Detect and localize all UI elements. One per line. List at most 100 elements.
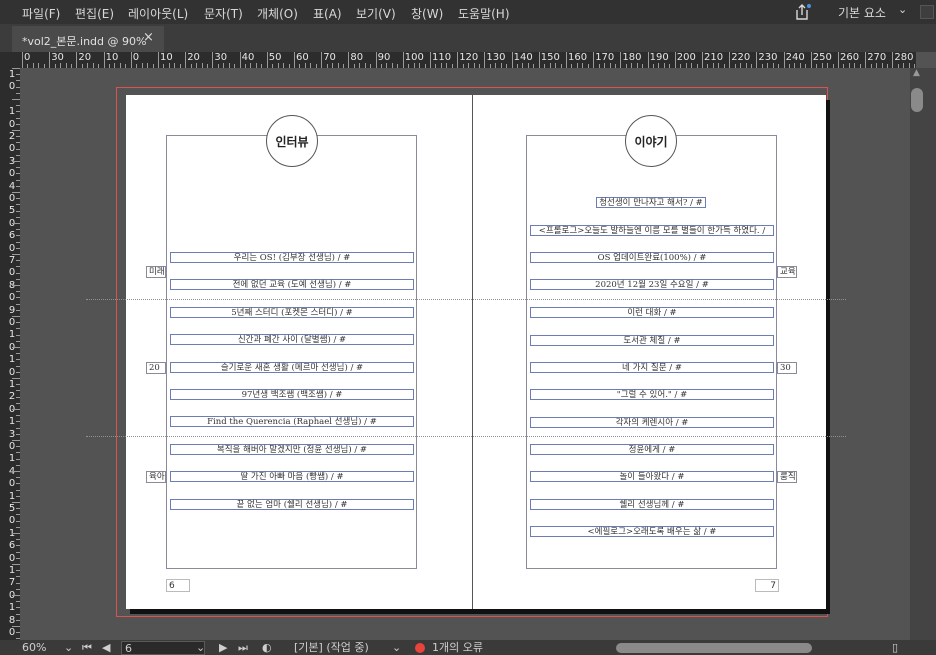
left-toc-item[interactable]: 딸 가진 아빠 마음 (빵쌤) / # (170, 471, 414, 483)
menu-layout[interactable]: 레이아웃(L) (128, 5, 188, 22)
error-count[interactable]: 1개의 오류 (432, 641, 483, 654)
left-side-tag-1[interactable]: 미래 (146, 266, 166, 278)
ruler-label: 20 (187, 52, 200, 63)
ruler-label: 0 (8, 441, 16, 452)
ruler-label: 1 (8, 565, 16, 576)
right-toc-item[interactable]: 2020년 12월 23일 수요일 / # (530, 279, 774, 290)
scroll-up-icon[interactable]: ▲ (913, 68, 920, 78)
right-toc-item[interactable]: 도서관 체질 / # (530, 335, 774, 346)
panel-toggle-icon[interactable] (920, 5, 934, 19)
ruler-major-tick (294, 52, 295, 68)
page-number-field[interactable]: 6 (121, 641, 205, 655)
ruler-label: 6 (8, 540, 16, 552)
right-toc-item[interactable]: <에필로그>오래도록 배우는 삶 / # (530, 526, 774, 537)
menu-file[interactable]: 파일(F) (22, 5, 60, 22)
right-folio[interactable]: 7 (755, 579, 779, 592)
ruler-major-tick (702, 52, 703, 68)
ruler-major-tick (729, 52, 731, 68)
right-toc-item[interactable]: 네 가지 질문 / # (530, 362, 774, 373)
ruler-label: 1 (8, 453, 16, 465)
right-heading-circle[interactable]: 이야기 (625, 115, 677, 167)
right-toc-item[interactable]: 쉘리 선생님께 / # (530, 499, 774, 510)
ruler-origin[interactable] (0, 52, 20, 68)
menu-window[interactable]: 창(W) (411, 5, 443, 22)
right-side-tag-1[interactable]: 교육 (777, 266, 797, 278)
ruler-major-tick (892, 52, 894, 68)
left-toc-item[interactable]: 슬기로운 새혼 생활 (메르마 선생님) / # (170, 361, 414, 373)
right-toc-item[interactable]: 놀이 들아왔다 / # (530, 471, 774, 482)
ruler-label: 0 (24, 52, 31, 63)
ruler-minor-tick (12, 595, 20, 596)
page-number-value: 6 (125, 642, 132, 655)
zoom-level[interactable]: 60% (22, 641, 46, 654)
horizontal-scroll-thumb[interactable] (616, 643, 812, 653)
right-toc-item-label: 청선생이 만나자고 해서? / # (599, 198, 703, 208)
last-page-icon[interactable]: ⏭ (238, 641, 248, 654)
ruler-guide-1[interactable] (86, 299, 846, 300)
left-toc-item[interactable]: 신간과 폐간 사이 (달별쌤) / # (170, 334, 414, 346)
chevron-down-icon[interactable]: ⌄ (898, 3, 907, 16)
right-toc-item[interactable]: 이런 대화 / # (530, 307, 774, 318)
ruler-label: 80 (350, 52, 364, 63)
prev-page-icon[interactable]: ◀ (102, 641, 110, 654)
left-side-tag-3[interactable]: 육아 (146, 471, 166, 483)
document-tab[interactable]: *vol2_본문.indd @ 90% × (12, 26, 164, 52)
horizontal-ruler[interactable]: 0 30 20 10 0 10 20 30 40 50 60 70 80 90 100 110 120 130 14… (20, 52, 916, 68)
right-toc-item-label: 도서관 체질 / # (623, 336, 681, 346)
right-toc-item[interactable]: 정윤에게 / # (530, 444, 774, 455)
right-toc-item-label: <에필로그>오래도록 배우는 삶 / # (587, 527, 717, 537)
menu-view[interactable]: 보기(V) (356, 5, 396, 22)
menu-help[interactable]: 도움말(H) (458, 5, 510, 22)
pasteboard[interactable]: 인터뷰 우리는 OS! (김부장 선생님) / # 전에 없던 교육 (도예 선생… (20, 68, 910, 640)
master-state[interactable]: [기본] (작업 중) (294, 641, 369, 654)
ruler-label: 40 (241, 52, 255, 63)
ruler-label: 0 (8, 143, 16, 155)
chevron-down-icon[interactable]: ⌄ (392, 641, 401, 654)
left-toc-item[interactable]: 전에 없던 교육 (도예 선생님) / # (170, 279, 414, 291)
first-page-icon[interactable]: ⏮ (82, 641, 92, 654)
panel-icon[interactable]: ▯ (892, 641, 898, 654)
next-page-icon[interactable]: ▶ (219, 641, 227, 654)
share-icon[interactable] (792, 3, 812, 21)
right-toc-item[interactable]: "그럴 수 있어." / # (530, 389, 774, 400)
ruler-guide-2[interactable] (86, 436, 846, 437)
menu-table[interactable]: 표(A) (313, 5, 342, 22)
ruler-label: 0 (8, 478, 16, 490)
ruler-minor-tick (12, 378, 20, 379)
left-toc-item[interactable]: 끝 없는 엄마 (쉘리 선생님) / # (170, 498, 414, 510)
ruler-label: 0 (8, 317, 16, 328)
vertical-scrollbar[interactable]: ▲ (910, 68, 936, 640)
left-toc-item[interactable]: 5년째 스터디 (포켓몬 스터디) / # (170, 306, 414, 318)
preflight-icon[interactable]: ◐ (262, 641, 272, 654)
right-toc-item[interactable]: 청선생이 만나자고 해서? / # (596, 197, 706, 208)
left-side-tag-2[interactable]: 20 (146, 362, 166, 374)
left-heading-circle[interactable]: 인터뷰 (266, 115, 318, 167)
menu-edit[interactable]: 편집(E) (75, 5, 114, 22)
right-toc-item[interactable]: <프롤로그>오늘도 발하늘엔 이름 모를 별들이 한가득 하였다. / (530, 225, 774, 236)
left-toc-item[interactable]: 97년생 백조쌤 (백조쌤) / # (170, 389, 414, 400)
chevron-down-icon[interactable]: ⌄ (64, 641, 73, 654)
ruler-minor-tick (12, 254, 20, 255)
ruler-major-tick (103, 52, 105, 68)
left-toc-item[interactable]: Find the Querencia (Raphael 선생님) / # (170, 416, 414, 428)
vertical-ruler[interactable]: 1010203040506070809010101201301401501601… (0, 68, 20, 640)
right-side-tag-3[interactable]: 룸직 (777, 471, 797, 483)
right-toc-item[interactable]: 각자의 케렌시아 / # (530, 417, 774, 428)
right-side-tag-2[interactable]: 30 (777, 362, 797, 374)
vertical-scroll-thumb[interactable] (911, 88, 923, 112)
left-folio[interactable]: 6 (166, 579, 190, 592)
ruler-label: 90 (377, 52, 391, 63)
ruler-major-tick (402, 52, 404, 68)
close-icon[interactable]: × (143, 30, 154, 45)
ruler-minor-tick (12, 285, 20, 286)
chevron-down-icon[interactable]: ⌄ (196, 641, 205, 654)
right-toc-item[interactable]: OS 업데이트완료(100%) / # (530, 252, 774, 263)
ruler-minor-tick (12, 533, 20, 534)
workspace-switcher[interactable]: 기본 요소 (838, 4, 886, 21)
ruler-label: 4 (8, 180, 16, 192)
left-toc-item[interactable]: 복직을 해버아 말겠지만 (정윤 선생님) / # (170, 443, 414, 455)
left-toc-item[interactable]: 우리는 OS! (김부장 선생님) / # (170, 252, 414, 263)
menu-type[interactable]: 문자(T) (204, 5, 243, 22)
page-spread[interactable]: 인터뷰 우리는 OS! (김부장 선생님) / # 전에 없던 교육 (도예 선생… (126, 95, 826, 609)
menu-object[interactable]: 개체(O) (257, 5, 298, 22)
